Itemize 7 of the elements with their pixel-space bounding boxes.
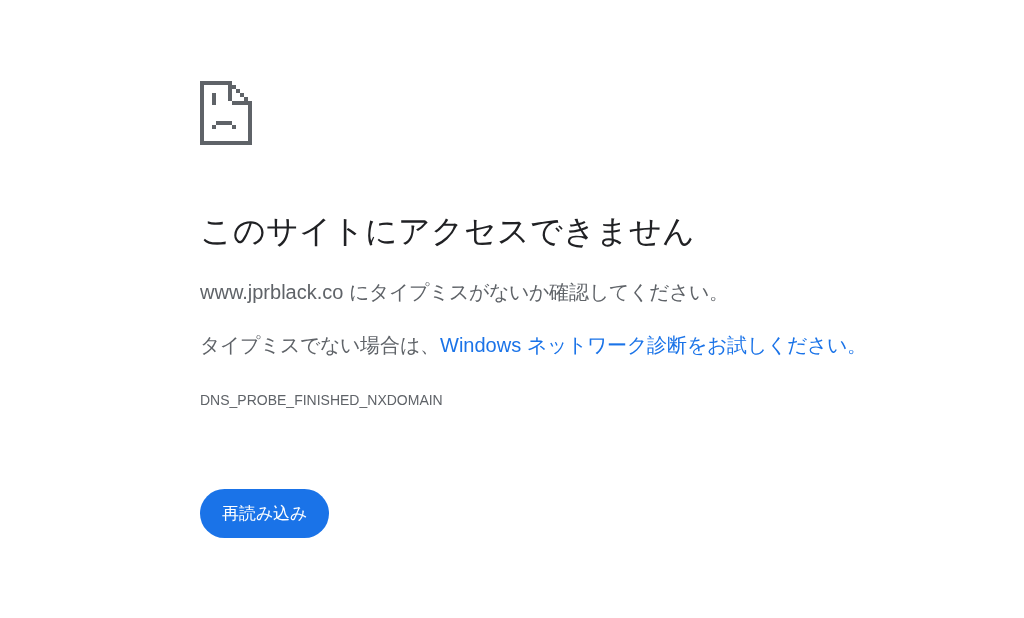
suggestion-text: タイプミスでない場合は、Windows ネットワーク診断をお試しください。 (200, 333, 867, 358)
typo-check-message: www.jprblack.co にタイプミスがないか確認してください。 (200, 280, 729, 305)
network-diagnostics-link[interactable]: Windows ネットワーク診断をお試しください。 (440, 334, 867, 356)
sad-page-icon (200, 81, 252, 145)
error-code: DNS_PROBE_FINISHED_NXDOMAIN (200, 391, 443, 410)
error-heading: このサイトにアクセスできません (200, 212, 695, 251)
reload-button[interactable]: 再読み込み (200, 489, 329, 538)
